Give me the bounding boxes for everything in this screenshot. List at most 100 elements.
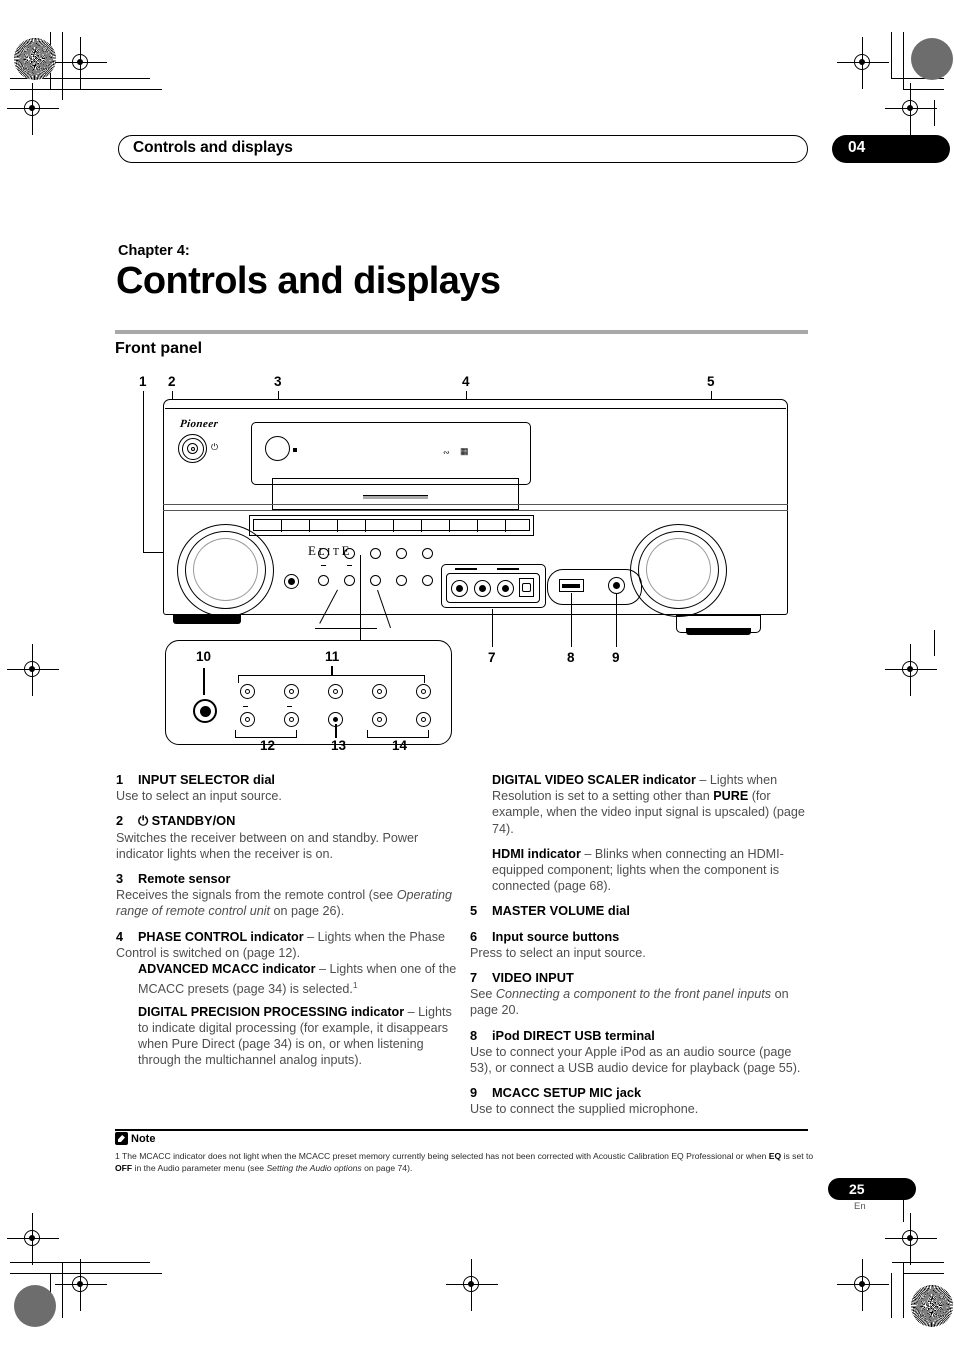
display-slot — [363, 495, 428, 499]
chapter-label: Chapter 4: — [118, 243, 190, 259]
front-panel-diagram: 1 2 3 4 5 Pioneer ⏻ ∾ ▦ ELITE 7 8 9 10 1… — [115, 372, 815, 770]
item-7-body: See Connecting a component to the front … — [470, 987, 789, 1018]
display-indicator-group — [272, 478, 519, 510]
item-3: 3 Remote sensor Receives the signals from… — [116, 871, 459, 920]
chassis-seam-upper — [163, 504, 788, 506]
front-button-r2c3[interactable] — [370, 575, 381, 586]
item-6: 6 Input source buttons Press to select an… — [470, 929, 813, 961]
video-input-jack-audio-r[interactable] — [497, 580, 514, 597]
registration-mark-bottom-right-b — [885, 1213, 937, 1265]
callout-10: 10 — [196, 649, 212, 664]
color-target-bottom-right — [911, 1285, 953, 1327]
item-9-body: Use to connect the supplied microphone. — [470, 1102, 699, 1117]
item-4-para-1: 4 PHASE CONTROL indicator – Lights when t… — [116, 929, 446, 960]
flap-button-r1c1[interactable] — [240, 684, 255, 699]
page-canvas: Controls and displays 04 Chapter 4: Cont… — [0, 0, 954, 1351]
item-2-body: Switches the receiver between on and sta… — [116, 830, 419, 861]
note-icon — [115, 1132, 128, 1145]
item-6-heading: 6 Input source buttons — [470, 928, 620, 944]
front-button-r1c5[interactable] — [422, 548, 433, 559]
flap-button-r2c5[interactable] — [416, 712, 431, 727]
item-9-heading: 9 MCACC SETUP MIC jack — [470, 1085, 642, 1101]
flap-button-r2c1[interactable] — [240, 712, 255, 727]
registration-mark-bottom-left-a — [55, 1259, 107, 1311]
bracket-12 — [235, 730, 297, 738]
item-1-heading: 1 INPUT SELECTOR dial — [116, 772, 275, 787]
input-selector-dial-inner — [193, 538, 258, 601]
front-panel-main-button[interactable] — [284, 574, 299, 589]
item-dvs-body: DIGITAL VIDEO SCALER indicator – Lights … — [492, 773, 805, 836]
flap-button-r1c2[interactable] — [284, 684, 299, 699]
master-volume-dial-inner — [646, 538, 711, 601]
video-input-jack-video[interactable] — [451, 580, 468, 597]
color-target-top-left — [14, 38, 56, 80]
chassis-foot-right-base — [686, 628, 751, 635]
item-5-heading: 5 MASTER VOLUME dial — [470, 903, 630, 919]
item-7: 7 VIDEO INPUT See Connecting a component … — [470, 970, 813, 1019]
note-rule — [115, 1129, 808, 1131]
front-button-r2c2[interactable] — [344, 575, 355, 586]
front-button-r1c1[interactable] — [318, 548, 329, 559]
page-language: En — [854, 1201, 866, 1212]
front-button-r1c2[interactable] — [344, 548, 355, 559]
item-9: 9 MCACC SETUP MIC jack Use to connect the… — [470, 1085, 813, 1117]
callout-4: 4 — [462, 374, 470, 389]
registration-mark-top-left-b — [7, 83, 59, 135]
flap-button-r2c2[interactable] — [284, 712, 299, 727]
flap-knob[interactable] — [193, 699, 217, 723]
item-6-body: Press to select an input source. — [470, 945, 646, 960]
chassis-top-seam — [165, 408, 786, 410]
callout-8: 8 — [567, 650, 575, 665]
note-label-text: Note — [131, 1132, 156, 1145]
item-4: 4 PHASE CONTROL indicator – Lights when t… — [116, 929, 459, 1069]
flap-button-r1c4[interactable] — [372, 684, 387, 699]
front-button-r1c4[interactable] — [396, 548, 407, 559]
item-3-body: Receives the signals from the remote con… — [116, 888, 452, 919]
registration-mark-bottom-left-b — [7, 1213, 59, 1265]
callout-14: 14 — [392, 738, 408, 753]
optical-digital-input[interactable] — [519, 578, 534, 597]
flap-button-r1c5[interactable] — [416, 684, 431, 699]
chassis-foot-left — [173, 615, 241, 624]
item-7-heading: 7 VIDEO INPUT — [470, 970, 574, 986]
item-8-body: Use to connect your Apple iPod as an aud… — [470, 1044, 801, 1076]
flap-button-r1c3[interactable] — [328, 684, 343, 699]
callout-3: 3 — [274, 374, 282, 389]
registration-mark-mid-right — [885, 644, 937, 696]
item-1: 1 INPUT SELECTOR dial Use to select an in… — [116, 772, 459, 804]
mcacc-indicator-icon: ▦ — [460, 446, 469, 456]
registration-mark-bottom-right-a — [837, 1259, 889, 1311]
callout-11: 11 — [325, 649, 340, 664]
trim-tick-right-lower — [934, 630, 935, 656]
item-5: 5 MASTER VOLUME dial — [470, 903, 813, 919]
item-8-heading: 8 iPod DIRECT USB terminal — [470, 1027, 655, 1043]
trim-tick-right-upper — [934, 100, 935, 126]
color-target-bottom-left — [14, 1285, 56, 1327]
item-2-heading: 2 ⏻ STANDBY/ON — [116, 813, 236, 829]
right-text-column: DIGITAL VIDEO SCALER indicator – Lights … — [470, 772, 813, 1127]
item-4-para-3: DIGITAL PRECISION PROCESSING indicator –… — [138, 1004, 452, 1068]
front-button-r2c1[interactable] — [318, 575, 329, 586]
section-rule — [115, 330, 808, 334]
ipod-direct-usb-terminal[interactable] — [559, 579, 584, 592]
item-hdmi-body: HDMI indicator – Blinks when connecting … — [492, 846, 784, 894]
front-button-r2c4[interactable] — [396, 575, 407, 586]
front-button-r2c5[interactable] — [422, 575, 433, 586]
item-dvs: DIGITAL VIDEO SCALER indicator – Lights … — [470, 772, 813, 837]
front-button-r1c3[interactable] — [370, 548, 381, 559]
video-input-jack-audio-l[interactable] — [474, 580, 491, 597]
callout-9: 9 — [612, 650, 620, 665]
callout-13: 13 — [331, 738, 347, 753]
color-target-top-right — [911, 38, 953, 80]
flap-button-r2c4[interactable] — [372, 712, 387, 727]
standby-on-center — [190, 446, 195, 451]
note-text: 1 The MCACC indicator does not light whe… — [115, 1151, 814, 1173]
chapter-number: 04 — [848, 139, 866, 156]
remote-sensor-icon — [265, 436, 290, 461]
remote-sensor-marker — [293, 448, 297, 452]
item-8: 8 iPod DIRECT USB terminal Use to connect… — [470, 1028, 813, 1077]
mcacc-setup-mic-jack[interactable] — [608, 577, 625, 594]
callout-2: 2 — [168, 374, 176, 389]
section-title: Front panel — [115, 340, 203, 357]
callout-7: 7 — [488, 650, 496, 665]
